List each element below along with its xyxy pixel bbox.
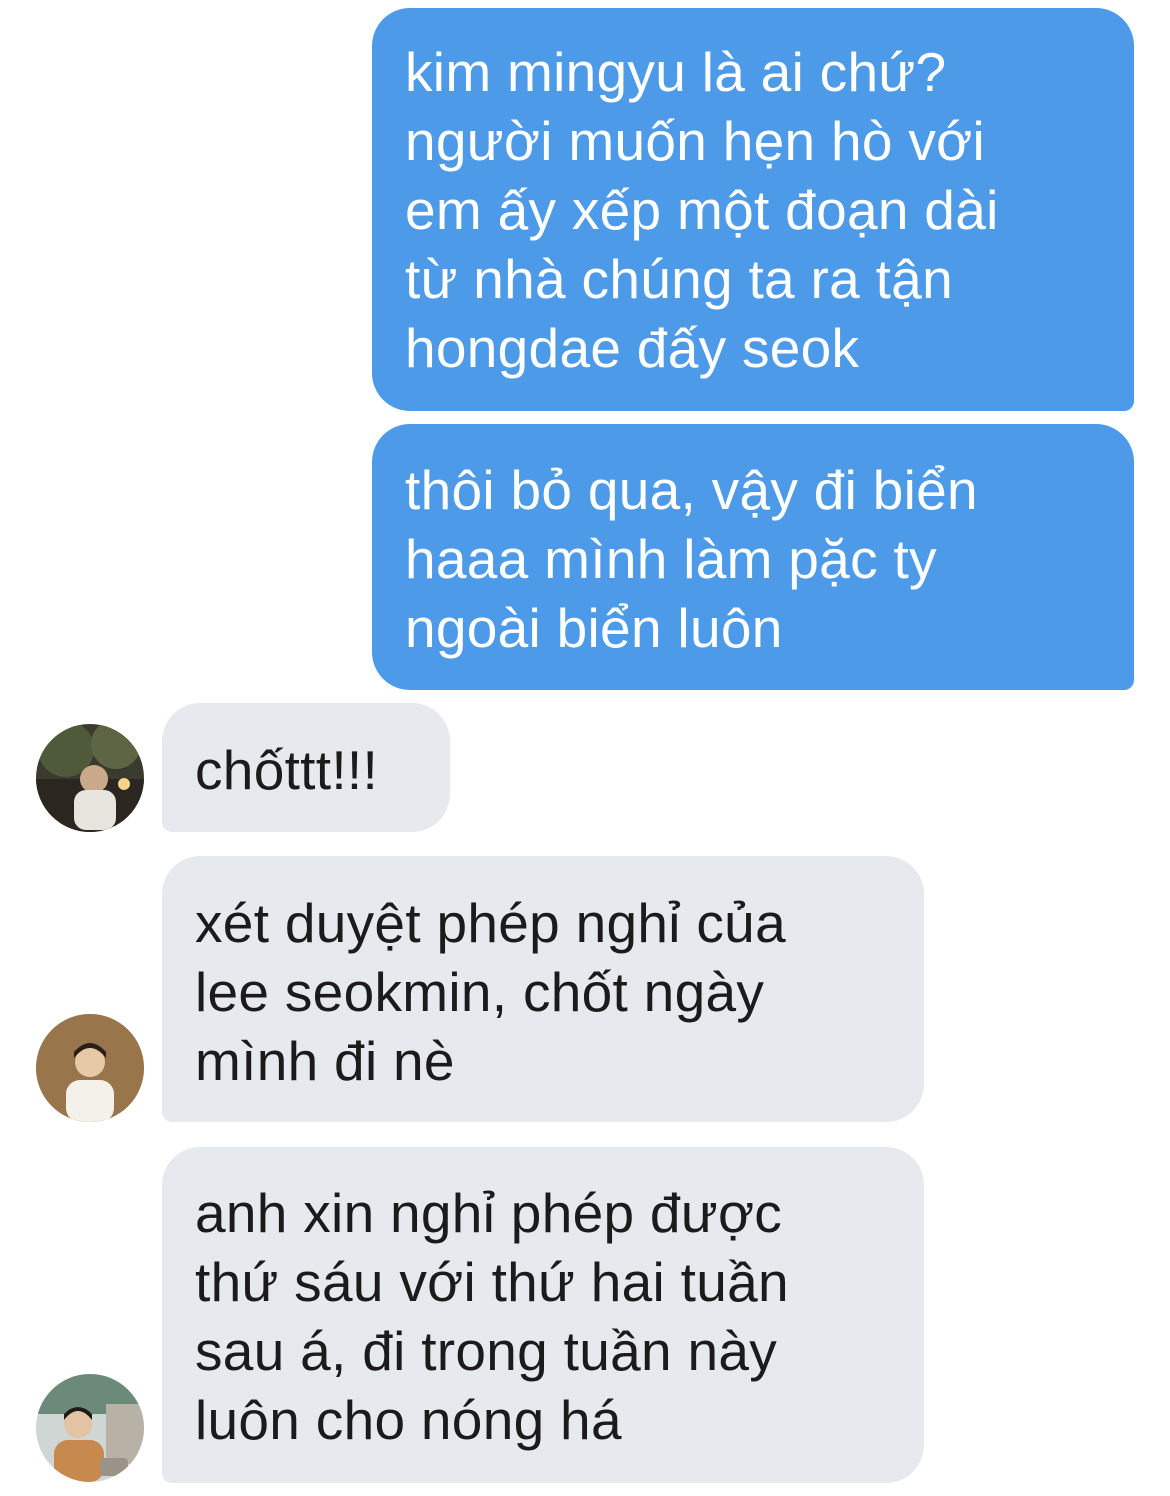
incoming-message[interactable]: chốttt!!! (162, 703, 450, 832)
outgoing-message[interactable]: thôi bỏ qua, vậy đi biển haaa mình làm p… (372, 424, 1134, 690)
incoming-message[interactable]: xét duyệt phép nghỉ của lee seokmin, chố… (162, 856, 924, 1122)
contact-photo-icon (36, 724, 144, 832)
avatar[interactable] (36, 724, 144, 832)
incoming-message[interactable]: anh xin nghỉ phép được thứ sáu với thứ h… (162, 1147, 924, 1483)
avatar[interactable] (36, 1374, 144, 1482)
contact-photo-icon (36, 1374, 144, 1482)
avatar[interactable] (36, 1014, 144, 1122)
contact-photo-icon (36, 1014, 144, 1122)
outgoing-message[interactable]: kim mingyu là ai chứ? người muốn hẹn hò … (372, 8, 1134, 411)
